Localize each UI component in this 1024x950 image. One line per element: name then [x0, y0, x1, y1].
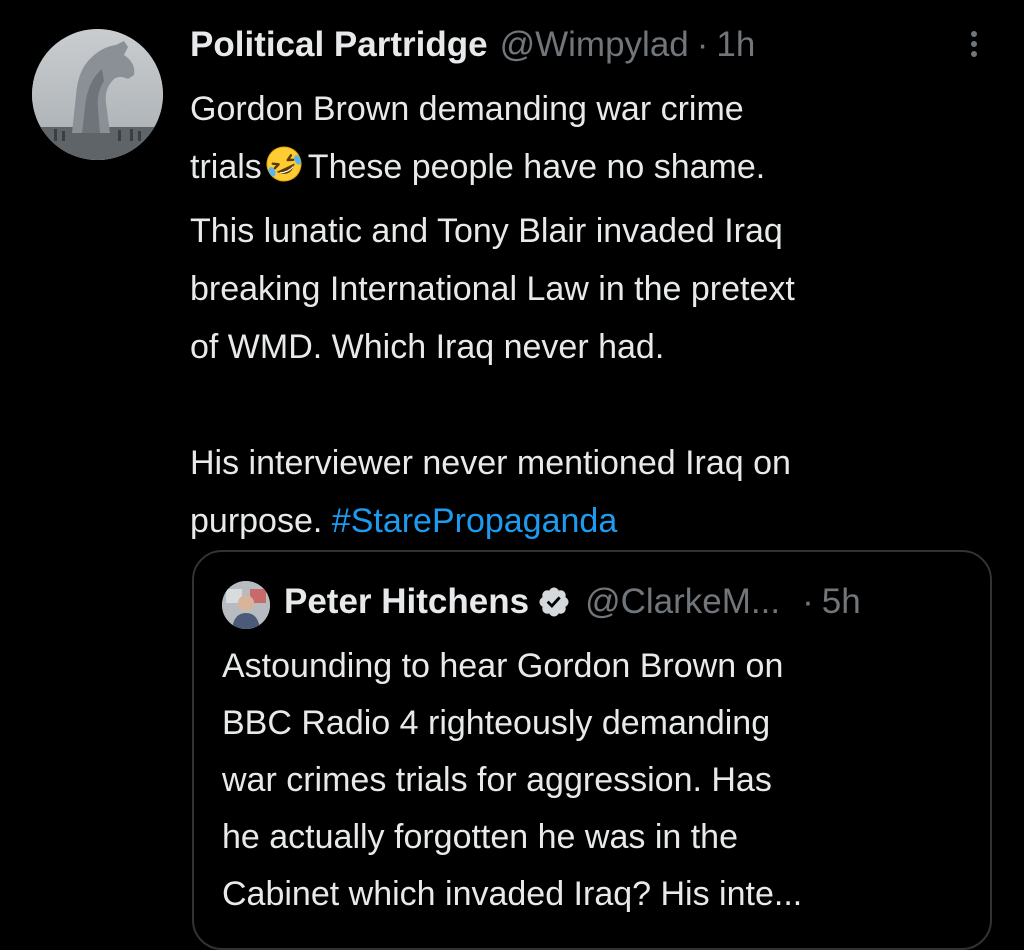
tweet-text-line: purpose. #StarePropaganda — [190, 492, 1000, 550]
author-name[interactable]: Political Partridge — [190, 22, 488, 68]
kelpie-sculpture-image — [32, 29, 163, 160]
quoted-author-name[interactable]: Peter Hitchens — [284, 576, 529, 628]
tweet-text-line: Gordon Brown demanding war crime — [190, 90, 744, 128]
tweet-text-fragment: purpose. — [190, 502, 323, 540]
quoted-text-line: Astounding to hear Gordon Brown on — [222, 647, 784, 685]
more-vertical-icon[interactable] — [962, 28, 986, 60]
quoted-text-line: BBC Radio 4 righteously demanding — [222, 704, 771, 742]
tweet[interactable]: Political Partridge @Wimpylad · 1h Gordo… — [0, 0, 1024, 950]
quoted-tweet[interactable]: Peter Hitchens @ClarkeM... · 5h Astoundi… — [192, 550, 992, 950]
tweet-text-line: trials These people have no shame. — [190, 138, 1000, 202]
tweet-header: Political Partridge @Wimpylad · 1h — [190, 22, 755, 68]
author-handle[interactable]: @Wimpylad — [500, 22, 689, 68]
quoted-text-line: war crimes trials for aggression. Has — [222, 761, 772, 799]
tweet-text-line: breaking International Law in the pretex… — [190, 270, 795, 308]
tweet-text-fragment: trials — [190, 148, 262, 186]
header-separator: · — [696, 25, 709, 64]
rolling-on-floor-laughing-emoji-icon — [264, 144, 304, 202]
quoted-header-separator: · — [802, 582, 814, 621]
tweet-timestamp[interactable]: 1h — [716, 22, 755, 68]
tweet-text-line: of WMD. Which Iraq never had. — [190, 328, 665, 366]
tweet-text-line: His interviewer never mentioned Iraq on — [190, 444, 791, 482]
quoted-tweet-text: Astounding to hear Gordon Brown on BBC R… — [222, 638, 982, 923]
quoted-author-handle[interactable]: @ClarkeM... — [585, 576, 780, 628]
quoted-tweet-header: Peter Hitchens @ClarkeM... · 5h — [284, 576, 861, 628]
quoted-avatar-photo — [222, 581, 270, 629]
quoted-text-line: Cabinet which invaded Iraq? His inte... — [222, 875, 803, 913]
verified-badge-icon — [539, 587, 569, 617]
quoted-tweet-timestamp[interactable]: 5h — [822, 576, 861, 628]
tweet-text-line: This lunatic and Tony Blair invaded Iraq — [190, 212, 783, 250]
hashtag-link[interactable]: #StarePropaganda — [332, 502, 617, 540]
author-avatar[interactable] — [32, 29, 163, 160]
quoted-text-line: he actually forgotten he was in the — [222, 818, 738, 856]
tweet-text: Gordon Brown demanding war crime trials … — [190, 80, 1000, 550]
tweet-text-fragment: These people have no shame. — [307, 148, 766, 186]
quoted-author-avatar[interactable] — [222, 581, 270, 629]
